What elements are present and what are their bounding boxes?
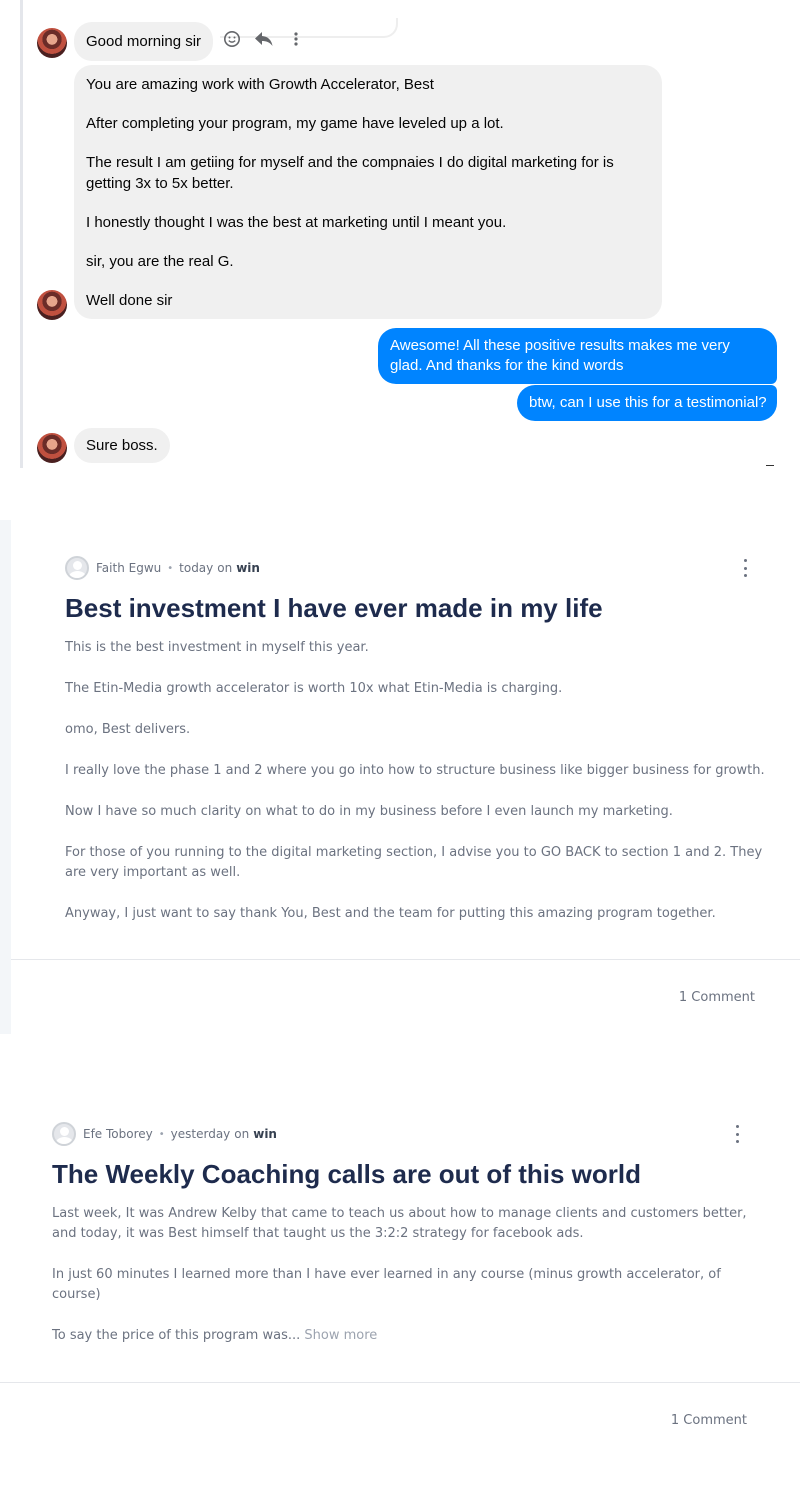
avatar[interactable]: [65, 556, 89, 580]
card-edge: [0, 520, 11, 1034]
chat-thread: Good morning sir You are amazing work wi…: [0, 0, 800, 470]
comment-count-link[interactable]: 1 Comment: [671, 1413, 747, 1428]
post-paragraph: I really love the phase 1 and 2 where yo…: [65, 763, 765, 778]
post-title[interactable]: The Weekly Coaching calls are out of thi…: [52, 1159, 641, 1190]
post-options-icon[interactable]: [732, 1125, 742, 1143]
post-excerpt: To say the price of this program was...: [52, 1328, 301, 1343]
message-line: You are amazing work with Growth Acceler…: [86, 76, 434, 93]
author-name[interactable]: Faith Egwu: [96, 561, 161, 575]
post-card: Faith Egwu • today on win Best investmen…: [0, 520, 800, 1034]
post-meta: Efe Toborey • yesterday on win: [52, 1122, 277, 1146]
on-label: on: [217, 561, 233, 575]
incoming-message-bubble[interactable]: Sure boss.: [74, 428, 170, 463]
post-paragraph: Now I have so much clarity on what to do…: [65, 804, 673, 819]
post-time: today: [179, 561, 214, 575]
post-title[interactable]: Best investment I have ever made in my l…: [65, 593, 603, 624]
reply-icon[interactable]: [254, 27, 274, 51]
message-text: btw, can I use this for a testimonial?: [529, 394, 767, 411]
avatar[interactable]: [52, 1122, 76, 1146]
post-paragraph: This is the best investment in myself th…: [65, 640, 369, 655]
separator-dot: •: [167, 562, 174, 574]
message-line: The result I am getiing for myself and t…: [86, 154, 614, 192]
post-paragraph: Anyway, I just want to say thank You, Be…: [65, 906, 716, 921]
message-line: After completing your program, my game h…: [86, 115, 504, 132]
card-divider: [11, 959, 800, 960]
outgoing-message-bubble[interactable]: btw, can I use this for a testimonial?: [517, 385, 777, 421]
post-paragraph: For those of you running to the digital …: [65, 845, 763, 880]
more-options-icon[interactable]: [286, 27, 306, 51]
post-meta: Faith Egwu • today on win: [65, 556, 260, 580]
sender-avatar[interactable]: [37, 28, 67, 58]
card-divider: [0, 1382, 800, 1383]
space-link[interactable]: win: [253, 1127, 277, 1141]
message-text: Good morning sir: [86, 33, 202, 50]
space-link[interactable]: win: [236, 561, 260, 575]
post-paragraph: Last week, It was Andrew Kelby that came…: [52, 1206, 747, 1241]
message-line: sir, you are the real G.: [86, 253, 234, 270]
post-body: This is the best investment in myself th…: [65, 638, 765, 924]
post-paragraph: To say the price of this program was... …: [52, 1326, 757, 1346]
incoming-message-bubble[interactable]: Good morning sir: [74, 22, 214, 61]
smiley-icon[interactable]: [222, 27, 242, 51]
sender-avatar[interactable]: [37, 433, 67, 463]
outgoing-message-bubble[interactable]: Awesome! All these positive results make…: [378, 328, 777, 384]
thread-rail: [20, 0, 23, 468]
post-options-icon[interactable]: [740, 559, 750, 577]
show-more-link[interactable]: Show more: [304, 1328, 377, 1343]
message-line: I honestly thought I was the best at mar…: [86, 214, 507, 231]
post-paragraph: The Etin-Media growth accelerator is wor…: [65, 681, 563, 696]
divider-mark: [766, 465, 774, 466]
post-card: Efe Toborey • yesterday on win The Weekl…: [0, 1090, 800, 1460]
sender-avatar[interactable]: [37, 290, 67, 320]
separator-dot: •: [158, 1128, 165, 1140]
author-name[interactable]: Efe Toborey: [83, 1127, 153, 1141]
on-label: on: [234, 1127, 250, 1141]
comment-count-link[interactable]: 1 Comment: [679, 990, 755, 1005]
incoming-message-bubble[interactable]: You are amazing work with Growth Acceler…: [74, 65, 662, 319]
post-paragraph: omo, Best delivers.: [65, 722, 191, 737]
post-paragraph: In just 60 minutes I learned more than I…: [52, 1267, 721, 1302]
post-body: Last week, It was Andrew Kelby that came…: [52, 1204, 757, 1346]
post-time: yesterday: [170, 1127, 231, 1141]
message-text: Sure boss.: [86, 437, 158, 454]
message-line: Well done sir: [86, 292, 173, 309]
message-text: Awesome! All these positive results make…: [390, 337, 730, 374]
message-actions: [222, 27, 306, 51]
